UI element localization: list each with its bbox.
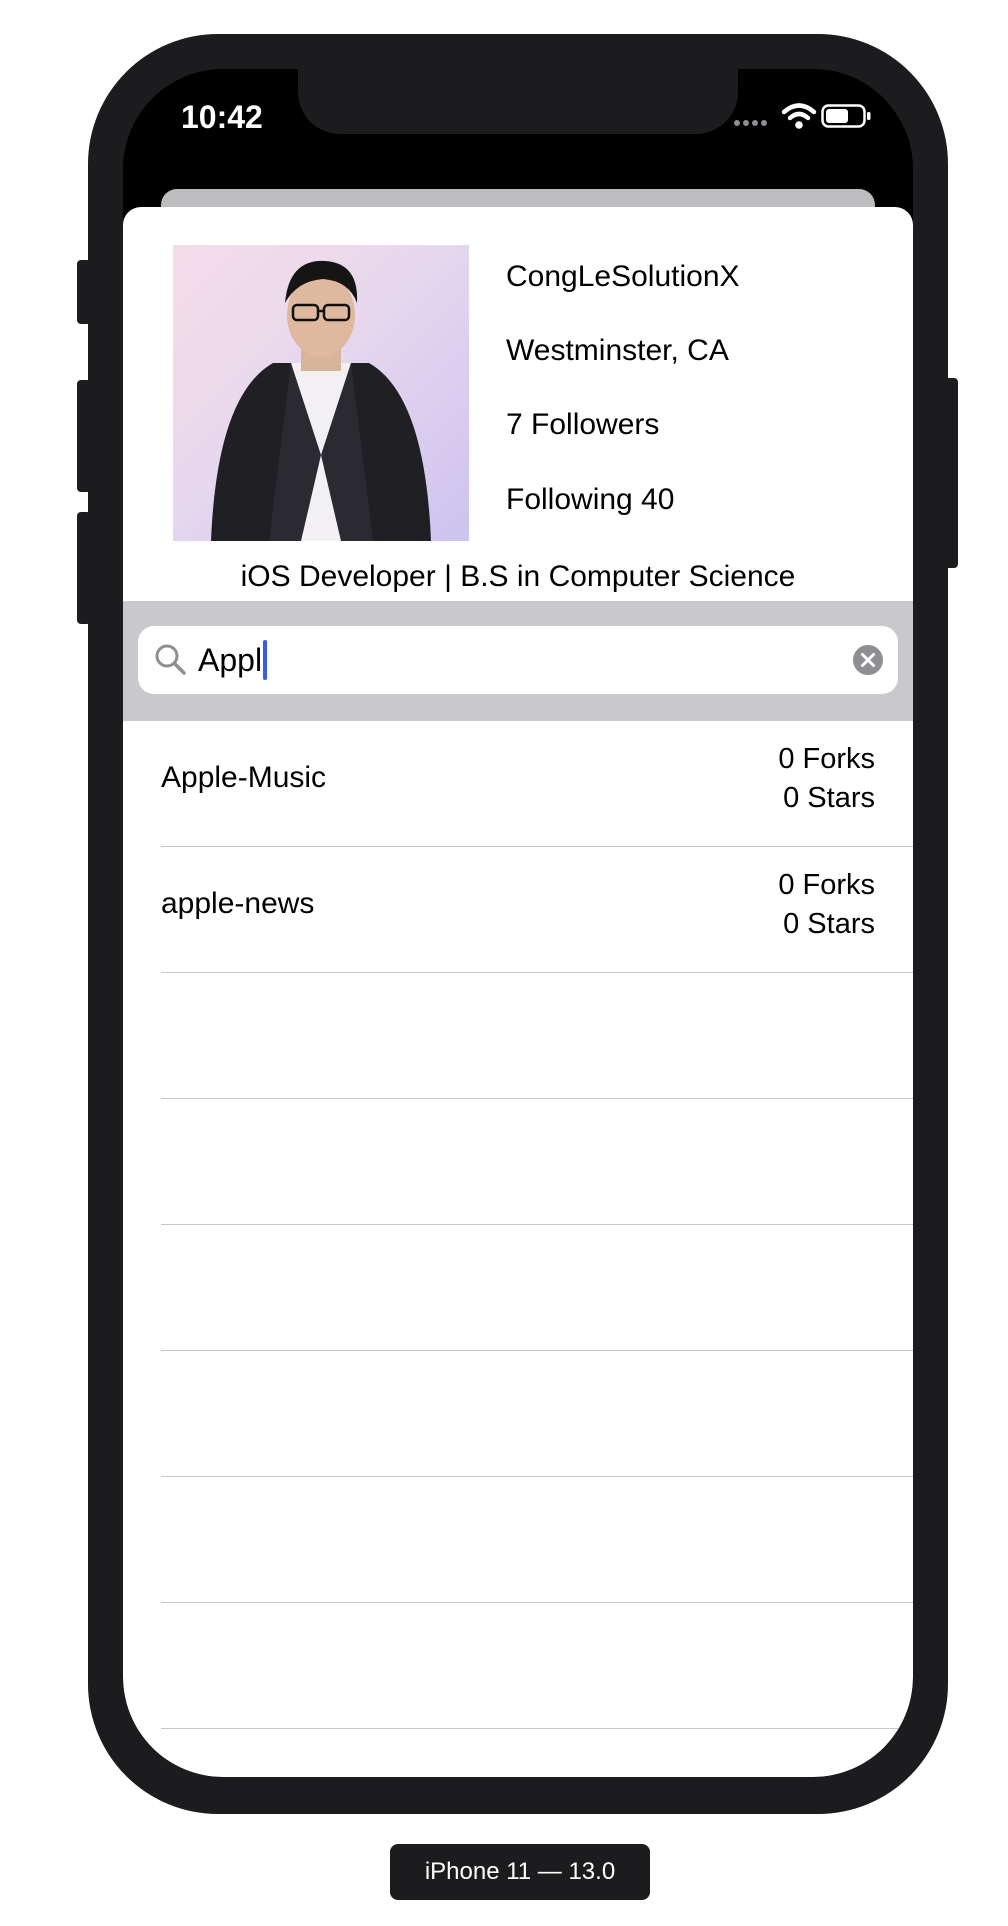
location-label: Westminster, CA: [506, 334, 729, 367]
status-time: 10:42: [181, 99, 263, 135]
notch: [298, 69, 738, 134]
empty-row: [161, 1351, 913, 1477]
bio-label: iOS Developer | B.S in Computer Science: [240, 560, 796, 593]
screen: 10:42 CongLeSolutionX Westminster, CA 7 …: [123, 69, 913, 1777]
search-input[interactable]: Appl: [138, 626, 898, 694]
device-frame: 10:42 CongLeSolutionX Westminster, CA 7 …: [88, 34, 948, 1814]
repo-row[interactable]: apple-news 0 Forks 0 Stars: [161, 847, 913, 973]
profile-photo: [211, 260, 431, 541]
repo-name: apple-news: [161, 887, 315, 920]
repo-stars: 0 Stars: [783, 908, 875, 940]
status-icons: [733, 101, 873, 131]
empty-row: [161, 1477, 913, 1603]
repo-row[interactable]: Apple-Music 0 Forks 0 Stars: [161, 721, 913, 847]
clear-search-icon[interactable]: [853, 645, 883, 675]
repo-forks: 0 Forks: [778, 869, 875, 901]
battery-icon: [821, 104, 871, 128]
text-caret: [263, 640, 267, 680]
search-bar: Appl: [123, 601, 913, 721]
repo-stars: 0 Stars: [783, 782, 875, 814]
cellular-dots-icon: [734, 120, 767, 126]
empty-row: [161, 1603, 913, 1729]
avatar: [173, 245, 469, 541]
search-input-text[interactable]: Appl: [198, 642, 262, 679]
profile-sheet: CongLeSolutionX Westminster, CA 7 Follow…: [123, 207, 913, 1777]
empty-row: [161, 1225, 913, 1351]
device-label: iPhone 11 — 13.0: [390, 1844, 650, 1900]
following-label: Following 40: [506, 483, 675, 516]
repo-name: Apple-Music: [161, 761, 327, 794]
repo-forks: 0 Forks: [778, 743, 875, 775]
empty-row: [161, 1099, 913, 1225]
followers-label: 7 Followers: [506, 408, 660, 441]
search-icon: [155, 644, 186, 675]
wifi-icon: [781, 103, 817, 129]
empty-row: [161, 973, 913, 1099]
username-label: CongLeSolutionX: [506, 260, 740, 293]
